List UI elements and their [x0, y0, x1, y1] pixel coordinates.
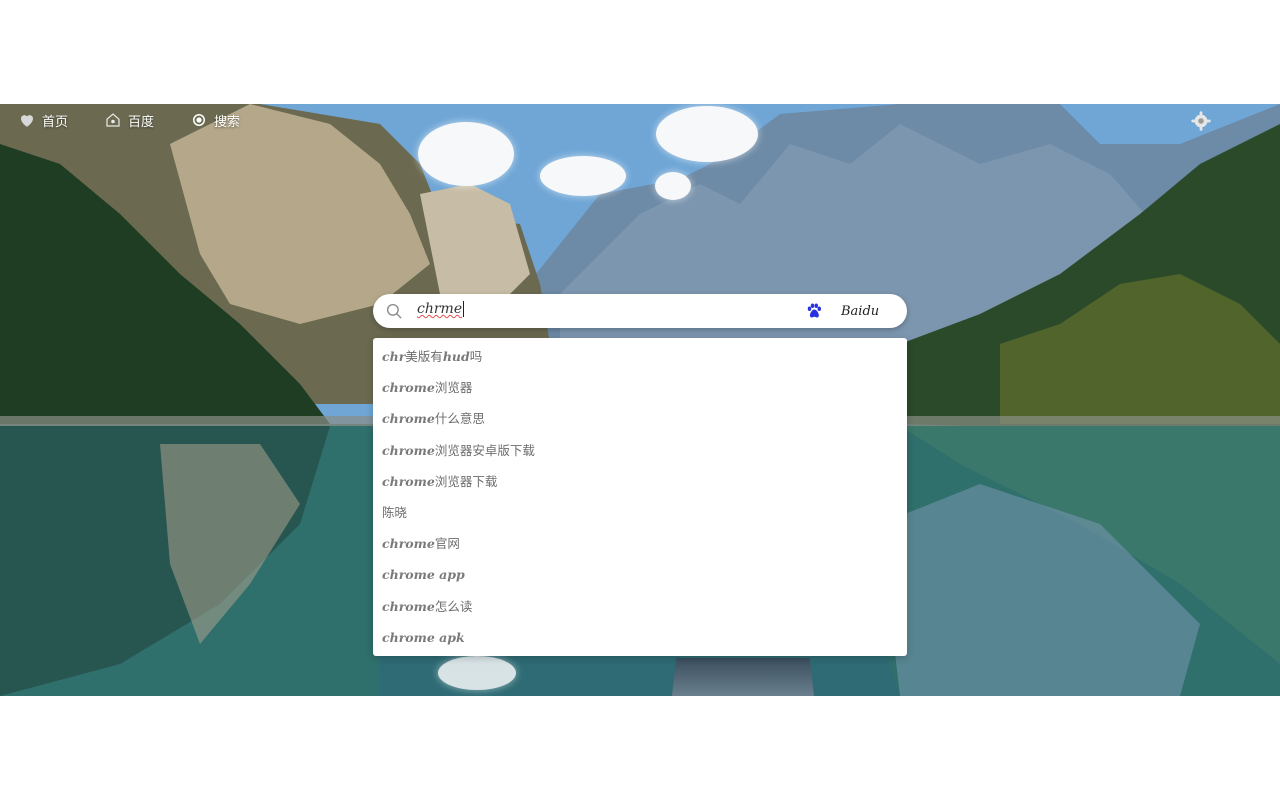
suggestion-text: chrome: [382, 598, 435, 614]
gear-icon[interactable]: [1190, 110, 1212, 132]
suggestion-text: 美版有: [405, 349, 443, 364]
cloud-reflection: [438, 656, 516, 690]
search-input[interactable]: chrme: [417, 301, 465, 321]
suggestion-list: chr美版有hud吗 chrome浏览器 chrome什么意思 chrome浏览器安卓…: [373, 338, 907, 653]
suggestion-text: 陈晓: [382, 504, 408, 520]
heart-icon: [21, 115, 33, 127]
suggestion-text: chrome: [382, 536, 435, 552]
suggestion-item[interactable]: chr美版有hud吗: [373, 341, 907, 372]
search-engine-selector[interactable]: Baidu: [805, 302, 879, 320]
suggestion-text: 浏览器安卓版下载: [434, 442, 535, 458]
suggestion-item[interactable]: chrome apk: [373, 622, 907, 653]
nav-item-baidu[interactable]: 百度: [104, 110, 154, 130]
suggestion-text: chrome: [382, 411, 435, 427]
suggestion-text: hud: [442, 349, 470, 364]
suggestion-text: chr: [382, 349, 406, 364]
cloud: [540, 156, 626, 196]
suggestion-text: 什么意思: [434, 411, 485, 427]
suggestion-text: chrome: [382, 442, 435, 458]
search-icon[interactable]: [385, 302, 403, 320]
suggestion-text: chrome apk: [382, 629, 465, 645]
nav-item-label: 百度: [128, 114, 155, 130]
suggestion-text: chrome: [382, 380, 435, 396]
suggestion-item[interactable]: chrome怎么读: [373, 591, 907, 622]
suggestion-item[interactable]: chrome浏览器: [373, 372, 907, 403]
search-bar: chrme Baidu: [373, 294, 907, 328]
suggestion-text: chrome app: [382, 567, 465, 583]
suggestion-item[interactable]: chrome浏览器安卓版下载: [373, 435, 907, 466]
suggestion-text: 浏览器: [434, 380, 473, 396]
suggestion-item[interactable]: chrome官网: [373, 528, 907, 559]
text-caret: [463, 301, 465, 317]
suggestion-item[interactable]: chrome什么意思: [373, 403, 907, 434]
cloud: [655, 172, 691, 200]
nav-item-search[interactable]: 搜索: [190, 110, 240, 130]
radio-icon: [193, 114, 205, 126]
suggestion-dropdown: chr美版有hud吗 chrome浏览器 chrome什么意思 chrome浏览器安卓…: [373, 338, 907, 656]
suggestion-item[interactable]: 陈晓: [373, 497, 907, 528]
suggestion-text: 官网: [434, 536, 460, 552]
suggestion-text: 浏览器下载: [434, 473, 498, 489]
nav-item-label: 搜索: [214, 114, 241, 130]
suggestion-text: 怎么读: [434, 598, 473, 614]
suggestion-item[interactable]: chrome浏览器下载: [373, 466, 907, 497]
nav-item-home[interactable]: 首页: [18, 110, 68, 130]
baidu-house-icon: [106, 113, 120, 127]
suggestion-text: 吗: [469, 349, 483, 364]
baidu-paw-icon: [807, 303, 821, 318]
boat-reflection: [672, 658, 814, 696]
top-nav: 首页 百度 搜索: [0, 104, 1280, 136]
suggestion-text: chrome: [382, 473, 435, 489]
suggestion-item[interactable]: chrome app: [373, 559, 907, 590]
search-input-value: chrme: [417, 301, 463, 317]
nav-item-label: 首页: [42, 114, 69, 130]
search-engine-label: Baidu: [841, 303, 880, 319]
